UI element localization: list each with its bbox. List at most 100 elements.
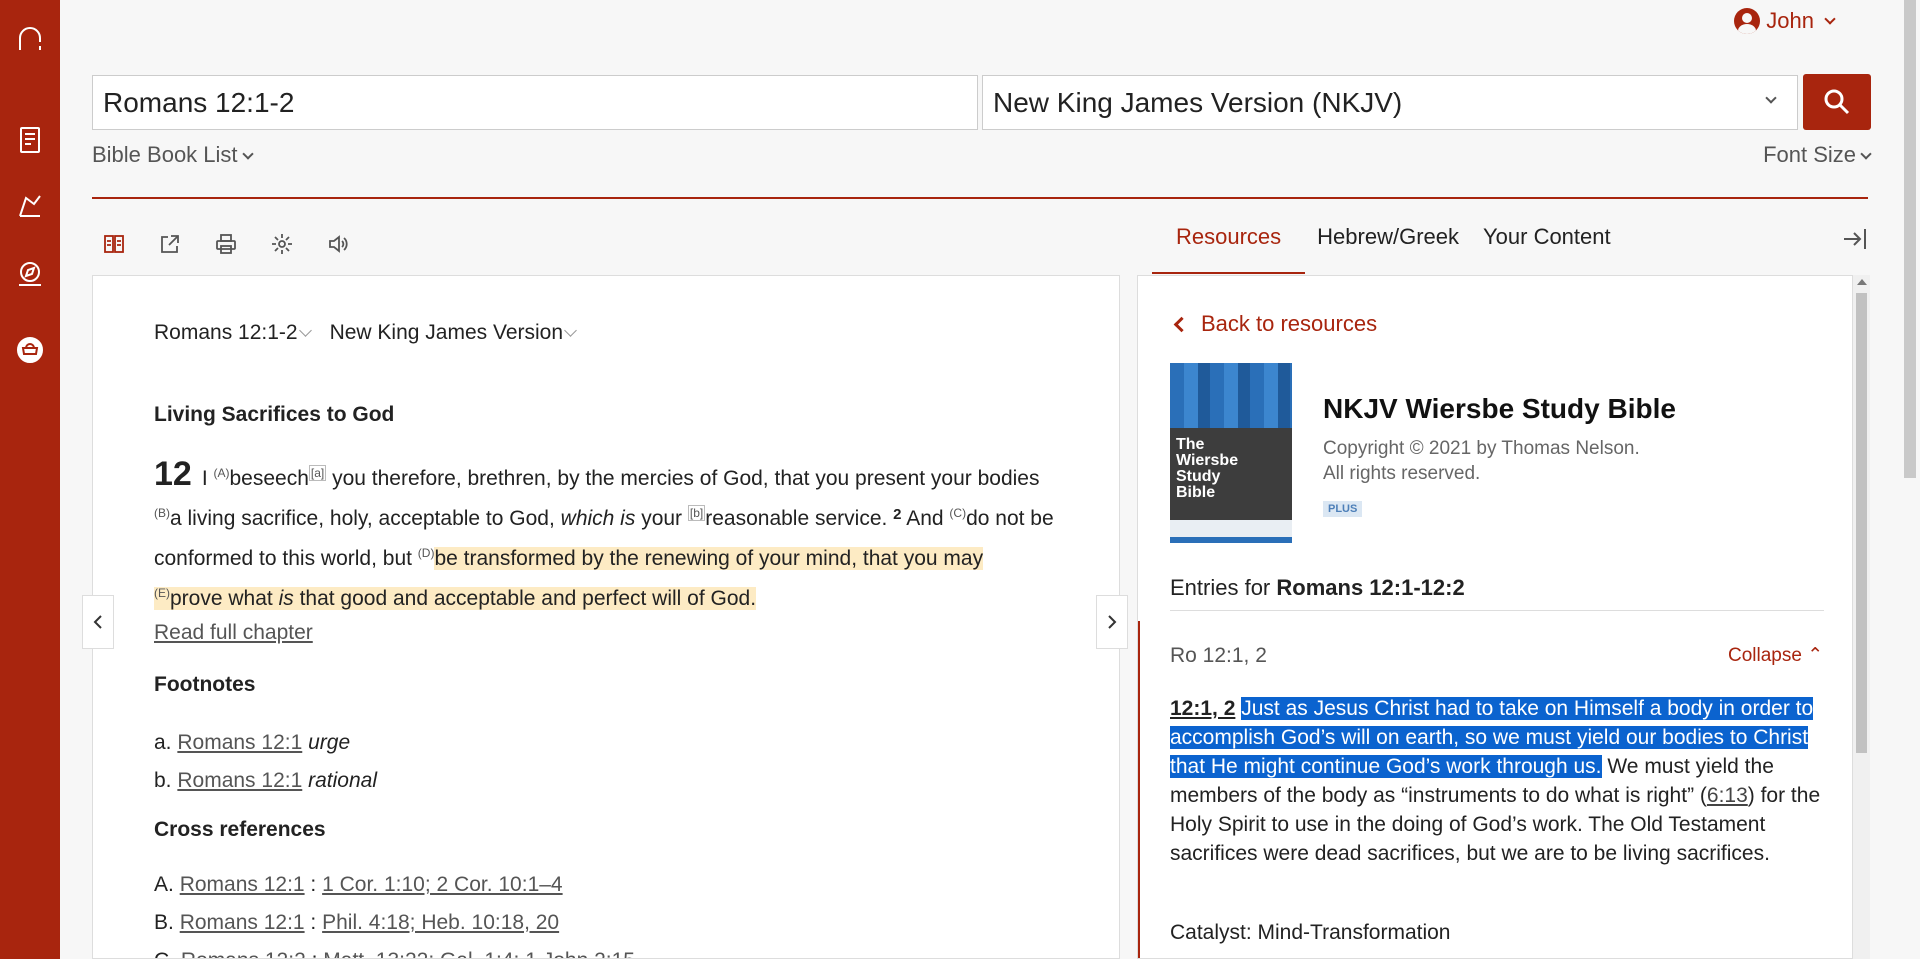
header-divider (92, 197, 1868, 199)
xref-ref-link[interactable]: Romans 12:2 (181, 949, 306, 958)
xref-target-link[interactable]: 1 Cor. 1:10; 2 Cor. 10:1–4 (322, 873, 563, 896)
compass-icon[interactable] (12, 256, 48, 292)
entries-ref: Romans 12:1-12:2 (1276, 575, 1465, 600)
cover-title-line: Study (1176, 468, 1221, 485)
left-rail (0, 0, 60, 959)
collapse-entry-button[interactable]: Collapse ⌃ (1728, 644, 1823, 667)
xref-marker[interactable]: (A) (214, 466, 230, 480)
cross-references-heading: Cross references (154, 818, 326, 841)
audio-icon[interactable] (322, 228, 354, 260)
back-to-resources-link[interactable]: Back to resources (1173, 311, 1378, 337)
copyright-line: Copyright © 2021 by Thomas Nelson. (1323, 438, 1640, 459)
resource-tabs: Resources Hebrew/Greek Your Content (1152, 220, 1623, 274)
scrollbar-thumb[interactable] (1856, 293, 1867, 753)
cover-title: The Wiersbe Study Bible (1176, 437, 1238, 501)
print-icon[interactable] (210, 228, 242, 260)
resource-scrollbar[interactable] (1853, 275, 1870, 959)
tab-your-content[interactable]: Your Content (1471, 220, 1623, 274)
bible-icon[interactable] (12, 122, 48, 158)
page-scrollbar[interactable] (1900, 0, 1920, 959)
tab-resources[interactable]: Resources (1152, 220, 1306, 274)
entries-prefix: Entries for (1170, 575, 1271, 600)
user-menu[interactable]: John (1734, 8, 1836, 34)
footnote-letter: a. (154, 731, 172, 754)
passage-search-input[interactable]: Romans 12:1-2 (92, 75, 978, 130)
book-cover-image[interactable]: The Wiersbe Study Bible (1170, 363, 1292, 543)
xref-marker[interactable]: (D) (418, 546, 435, 560)
chevron-down-icon (298, 324, 312, 337)
cover-title-line: Wiersbe (1176, 452, 1239, 469)
xref-letter: B. (154, 911, 174, 934)
entry-text: 12:1, 2 Just as Jesus Christ had to take… (1170, 694, 1830, 868)
cover-title-line: Bible (1176, 484, 1216, 501)
footnote-ref-link[interactable]: Romans 12:1 (177, 769, 302, 792)
passage-text: 12 I (A)beseech [a] you therefore, brethre… (154, 455, 1054, 610)
entries-heading: Entries for Romans 12:1-12:2 (1170, 575, 1465, 601)
copyright-line: All rights reserved. (1323, 463, 1481, 484)
cross-references-list: A. Romans 12:1 : 1 Cor. 1:10; 2 Cor. 10:… (154, 866, 635, 958)
highlighted-text: be transformed by the renewing of your m… (154, 547, 984, 610)
read-full-chapter-link[interactable]: Read full chapter (154, 621, 313, 645)
collapse-panel-button[interactable] (1840, 224, 1870, 254)
cover-footer (1170, 520, 1292, 543)
xref-target-link[interactable]: Matt. 13:22; Gal. 1:4; 1 John 2:15 (323, 949, 635, 958)
catalyst-heading: Catalyst: Mind-Transformation (1170, 921, 1451, 944)
logo-icon[interactable] (12, 22, 48, 58)
footnote-ref-link[interactable]: Romans 12:1 (177, 731, 302, 754)
store-icon[interactable] (12, 332, 48, 368)
passage-ref-select[interactable]: Romans 12:1-2 (154, 321, 312, 345)
footnote-letter: b. (154, 769, 172, 792)
tab-hebrew-greek[interactable]: Hebrew/Greek (1305, 220, 1471, 274)
footnotes-heading: Footnotes (154, 673, 256, 696)
footnote-marker[interactable]: [a] (308, 465, 327, 481)
chevron-down-icon (1765, 92, 1777, 104)
version-select[interactable]: New King James Version (NKJV) (982, 75, 1798, 130)
list-item: b. Romans 12:1 rational (154, 762, 377, 800)
xref-target-link[interactable]: Phil. 4:18; Heb. 10:18, 20 (322, 911, 559, 934)
page-scrollbar-thumb[interactable] (1904, 0, 1916, 478)
chevron-down-icon (1824, 13, 1836, 25)
search-button[interactable] (1803, 74, 1871, 130)
xref-letter: C. (154, 949, 175, 958)
passage-version-select[interactable]: New King James Version (330, 321, 577, 345)
footnotes-list: a. Romans 12:1 urge b. Romans 12:1 ratio… (154, 724, 377, 800)
next-chapter-button[interactable] (1096, 595, 1128, 649)
entry-accent-line (1138, 621, 1140, 958)
search-icon (1824, 89, 1850, 115)
resource-panel: Back to resources The Wiersbe Study Bibl… (1137, 275, 1853, 959)
parallel-icon[interactable] (98, 228, 130, 260)
xref-marker[interactable]: (C) (949, 506, 966, 520)
settings-icon[interactable] (266, 228, 298, 260)
entries-divider (1170, 610, 1824, 611)
list-item: a. Romans 12:1 urge (154, 724, 377, 762)
chevron-left-icon (93, 615, 102, 629)
chevron-down-icon (564, 324, 577, 337)
resource-title: NKJV Wiersbe Study Bible (1323, 393, 1676, 424)
xref-ref-link[interactable]: Romans 12:1 (180, 873, 305, 896)
bible-book-list-toggle[interactable]: Bible Book List (92, 142, 254, 168)
footnote-text: urge (308, 731, 351, 754)
collapse-right-icon (1844, 229, 1866, 249)
entry-ref-link[interactable]: 6:13 (1707, 784, 1748, 807)
xref-marker[interactable]: (B) (154, 506, 170, 520)
list-item: C. Romans 12:2 : Matt. 13:22; Gal. 1:4; … (154, 942, 635, 958)
passage-heading: Living Sacrifices to God (154, 403, 395, 426)
user-name: John (1766, 8, 1814, 33)
xref-ref-link[interactable]: Romans 12:1 (180, 911, 305, 934)
xref-letter: A. (154, 873, 174, 896)
back-to-resources-label: Back to resources (1201, 311, 1378, 336)
version-select-value: New King James Version (NKJV) (993, 87, 1403, 118)
font-size-toggle[interactable]: Font Size (1763, 142, 1872, 168)
chevron-down-icon (241, 148, 254, 160)
collapse-label: Collapse (1728, 645, 1802, 666)
chevron-right-icon (1108, 615, 1117, 629)
footnote-marker[interactable]: [b] (687, 505, 706, 521)
cover-title-line: The (1176, 436, 1205, 453)
plans-icon[interactable] (12, 188, 48, 224)
share-icon[interactable] (154, 228, 186, 260)
avatar-icon (1734, 8, 1761, 34)
scroll-up-icon[interactable] (1857, 279, 1867, 285)
list-item: B. Romans 12:1 : Phil. 4:18; Heb. 10:18,… (154, 911, 560, 934)
entry-lead-ref: 12:1, 2 (1170, 697, 1236, 720)
previous-chapter-button[interactable] (82, 595, 114, 649)
